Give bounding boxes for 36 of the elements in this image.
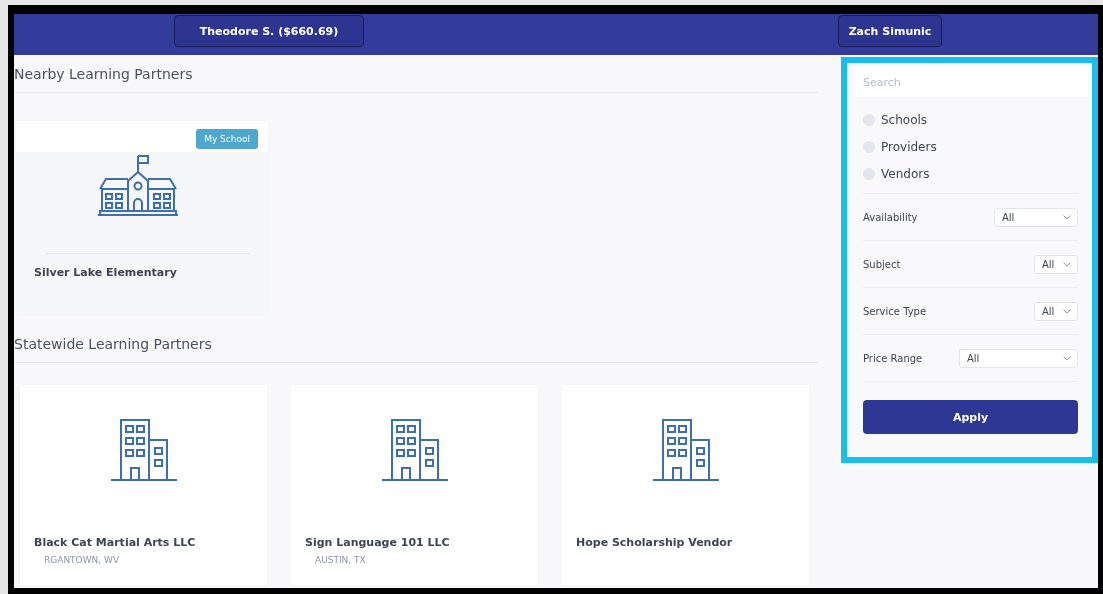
partner-location: RGANTOWN, WV [43,554,121,565]
partner-name: Hope Scholarship Vendor [575,535,734,549]
chevron-down-icon [1063,261,1071,267]
filter-label: Price Range [863,352,923,364]
account-button[interactable]: Theodore S. ($660.69) [174,15,364,47]
chevron-down-icon [1063,308,1071,314]
partner-name: Black Cat Martial Arts LLC [33,535,197,549]
chevron-down-icon [1063,214,1071,220]
partner-location: AUSTIN, TX [314,554,367,565]
my-school-badge: My School [196,129,258,149]
partner-card[interactable]: Sign Language 101 LLC AUSTIN, TX [291,385,538,585]
section-title: Nearby Learning Partners [14,65,194,84]
section-title: Statewide Learning Partners [14,335,213,354]
partner-card[interactable]: Black Cat Martial Arts LLC RGANTOWN, WV [20,385,267,585]
partner-card[interactable]: My School Silver Lake Elementary [16,121,268,314]
building-icon [650,418,721,482]
filter-dropdown[interactable]: All [1034,301,1078,321]
type-label: Vendors [881,167,930,181]
filter-dropdown[interactable]: All [1034,254,1078,274]
partner-card[interactable]: Hope Scholarship Vendor [562,385,809,585]
partner-name: Silver Lake Elementary [33,265,178,279]
type-label: Schools [881,113,928,127]
partner-name: Sign Language 101 LLC [304,535,451,549]
apply-button[interactable]: Apply [863,400,1078,434]
school-icon [96,153,180,219]
building-icon [379,418,450,482]
filter-label: Subject [863,258,901,270]
filter-dropdown[interactable]: All [959,348,1078,368]
search-field[interactable]: Search [855,67,1088,97]
filter-label: Service Type [863,305,927,317]
building-icon [108,418,179,482]
filter-label: Availability [863,211,918,223]
chevron-down-icon [1063,355,1071,361]
user-button[interactable]: Zach Simunic [838,15,942,47]
type-label: Providers [881,140,937,154]
filter-dropdown[interactable]: All [994,207,1078,227]
